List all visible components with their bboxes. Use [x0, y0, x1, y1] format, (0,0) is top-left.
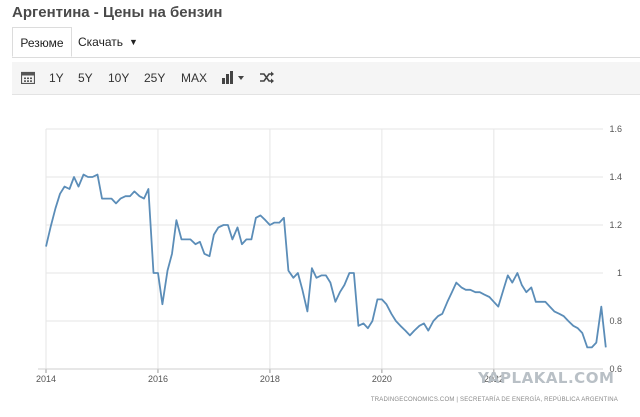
calendar-icon[interactable]: [20, 71, 36, 89]
shuffle-icon[interactable]: [260, 71, 274, 89]
chevron-down-icon: ▼: [129, 37, 138, 47]
price-line-chart: 1.61.41.210.80.62014 2016 2018 2020 2022: [36, 124, 622, 384]
y-tick-label: 0.8: [609, 316, 622, 326]
y-tick-label: 1: [617, 268, 622, 278]
tab-summary[interactable]: Резюме: [12, 27, 72, 57]
tab-download[interactable]: Скачать ▼: [78, 27, 138, 57]
range-25y-button[interactable]: 25Y: [144, 62, 165, 94]
tab-download-label: Скачать: [78, 35, 123, 49]
page-title: Аргентина - Цены на бензин: [12, 4, 223, 21]
range-max-button[interactable]: MAX: [181, 62, 207, 94]
y-tick-label: 1.4: [609, 172, 622, 182]
watermark: YAPLAKAL.COM: [478, 369, 615, 387]
x-tick-label: 2014: [36, 374, 56, 384]
range-5y-button[interactable]: 5Y: [78, 62, 93, 94]
source-credit: TRADINGECONOMICS.COM | SECRETARÍA DE ENE…: [370, 397, 618, 403]
y-tick-label: 1.2: [609, 220, 622, 230]
x-tick-label: 2016: [148, 374, 168, 384]
x-tick-label: 2020: [372, 374, 392, 384]
x-tick-label: 2018: [260, 374, 280, 384]
y-tick-label: 1.6: [609, 124, 622, 134]
bar-chart-icon[interactable]: [222, 71, 246, 89]
chart-toolbar: 1Y 5Y 10Y 25Y MAX: [12, 62, 640, 95]
tab-bar: Резюме Скачать ▼: [12, 27, 640, 58]
chart-area: 1.6 1.4 1.2 1 0.8 0.6 2014 2016 2018 2020 2022: [0, 100, 640, 412]
range-10y-button[interactable]: 10Y: [108, 62, 129, 94]
range-1y-button[interactable]: 1Y: [49, 62, 64, 94]
